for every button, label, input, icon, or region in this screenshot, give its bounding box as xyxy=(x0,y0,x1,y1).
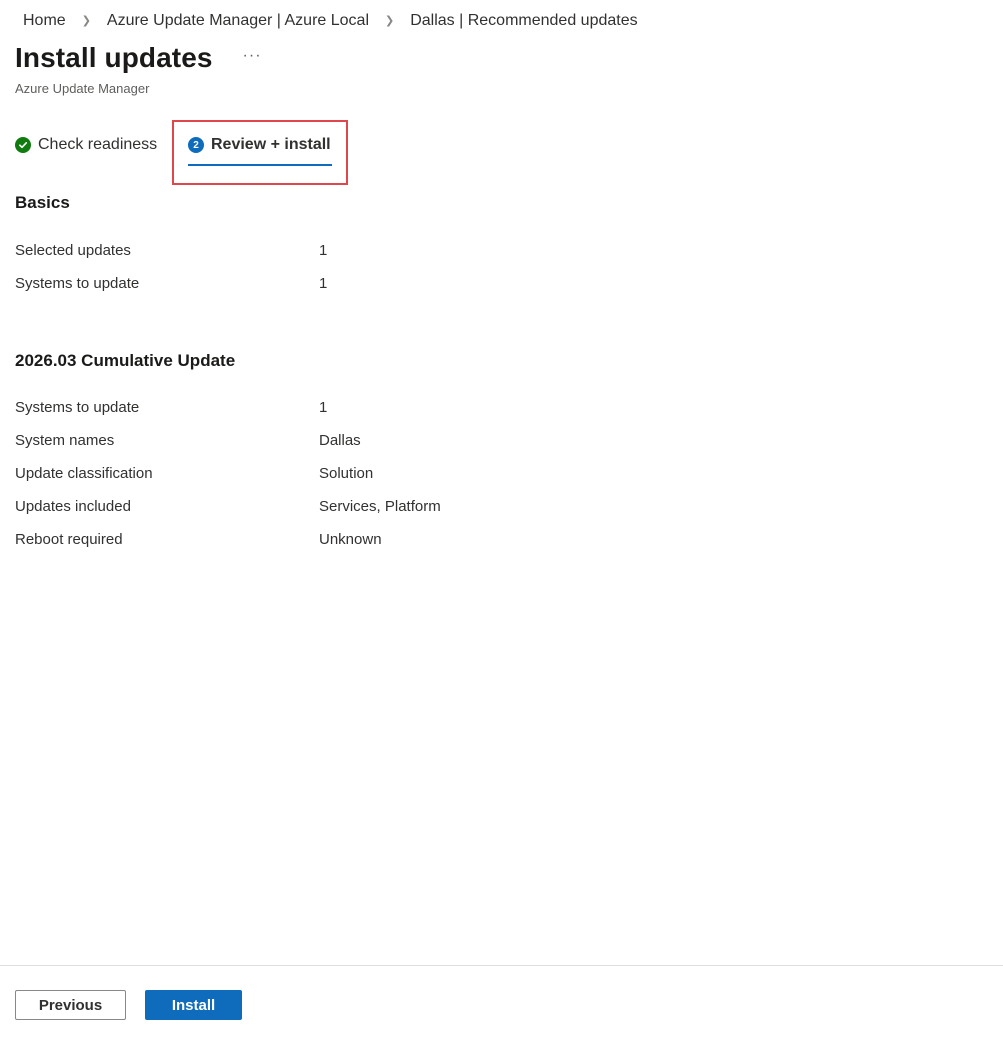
system-names-value: Dallas xyxy=(319,432,361,449)
updates-included-value: Services, Platform xyxy=(319,498,441,515)
breadcrumb-home[interactable]: Home xyxy=(23,12,66,30)
chevron-right-icon: ❯ xyxy=(385,14,395,27)
update-classification-value: Solution xyxy=(319,465,374,482)
selected-updates-label: Selected updates xyxy=(15,242,131,259)
breadcrumb-azure-update-manager[interactable]: Azure Update Manager | Azure Local xyxy=(107,12,369,30)
check-circle-icon xyxy=(15,137,31,153)
reboot-required-label: Reboot required xyxy=(15,531,123,548)
title-row: Install updates ··· xyxy=(15,42,262,74)
systems-to-update-label: Systems to update xyxy=(15,275,140,292)
footer-divider xyxy=(0,965,1003,966)
page-title: Install updates xyxy=(15,42,213,73)
update-systems-to-update-label: Systems to update xyxy=(15,399,140,416)
chevron-right-icon: ❯ xyxy=(81,14,91,27)
updates-included-label: Updates included xyxy=(15,498,131,515)
system-names-label: System names xyxy=(15,432,115,449)
reboot-required-value: Unknown xyxy=(319,531,382,548)
install-button[interactable]: Install xyxy=(145,990,242,1020)
update-systems-to-update-value: 1 xyxy=(319,399,328,416)
basics-section-title: Basics xyxy=(15,193,70,212)
breadcrumb: Home ❯ Azure Update Manager | Azure Loca… xyxy=(23,10,638,32)
systems-to-update-value: 1 xyxy=(319,275,328,292)
update-classification-label: Update classification xyxy=(15,465,153,482)
page-subtitle: Azure Update Manager xyxy=(15,81,150,96)
previous-button[interactable]: Previous xyxy=(15,990,126,1020)
more-options-button[interactable]: ··· xyxy=(243,47,262,65)
tab-check-readiness[interactable]: Check readiness xyxy=(15,133,157,157)
selected-updates-value: 1 xyxy=(319,242,328,259)
highlight-annotation-box xyxy=(172,120,348,185)
update-section-title: 2026.03 Cumulative Update xyxy=(15,351,236,370)
tab-check-readiness-label: Check readiness xyxy=(38,136,158,153)
breadcrumb-dallas-recommended-updates[interactable]: Dallas | Recommended updates xyxy=(410,12,637,30)
